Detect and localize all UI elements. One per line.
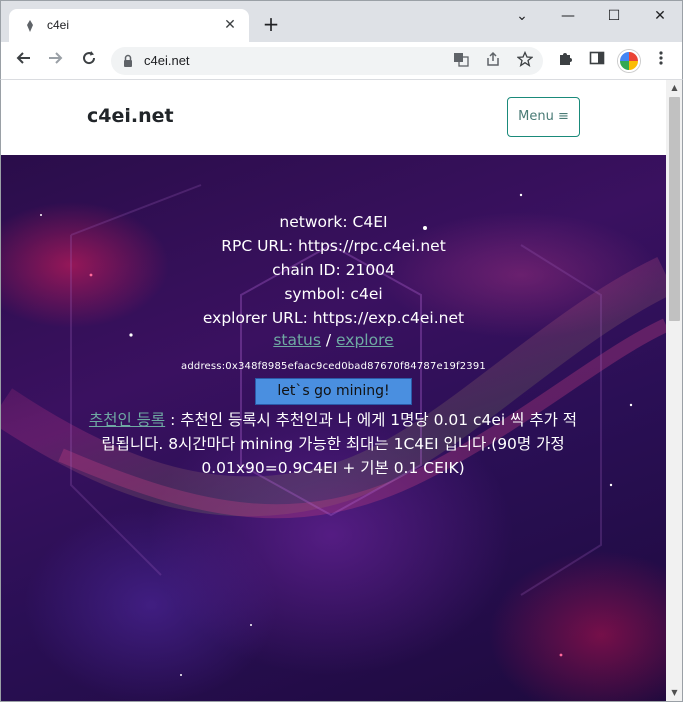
minimize-button[interactable]: — — [545, 5, 591, 29]
address-bar[interactable]: c4ei.net — [111, 47, 543, 75]
scroll-thumb[interactable] — [669, 97, 680, 321]
site-header: c4ei.net Menu ≡ — [1, 80, 666, 155]
page-viewport: c4ei.net Menu ≡ network: C4EI RPC URL: h… — [0, 80, 683, 702]
new-tab-button[interactable]: + — [260, 14, 282, 36]
tab-strip: c4ei ✕ + ⌄ — ☐ ✕ — [0, 0, 683, 43]
referral-text: : 추천인 등록시 추천인과 나 에게 1명당 0.01 c4ei 씩 추가 적… — [101, 411, 578, 477]
rpc-url-line: RPC URL: https://rpc.c4ei.net — [221, 237, 446, 255]
explore-link[interactable]: explore — [336, 331, 394, 349]
scroll-down-icon[interactable]: ▼ — [666, 685, 682, 701]
star-icon[interactable] — [515, 50, 535, 71]
status-link[interactable]: status — [273, 331, 321, 349]
vertical-scrollbar[interactable]: ▲ ▼ — [666, 80, 682, 701]
close-window-button[interactable]: ✕ — [637, 5, 683, 29]
scroll-up-icon[interactable]: ▲ — [666, 80, 682, 96]
profile-avatar[interactable] — [618, 50, 640, 72]
explore-link-text[interactable]: explore — [336, 331, 394, 349]
menu-button[interactable]: Menu ≡ — [507, 97, 580, 137]
favicon-icon — [25, 19, 37, 33]
referral-link[interactable]: 추천인 등록 — [89, 411, 165, 429]
mining-button[interactable]: let`s go mining! — [255, 378, 412, 405]
close-tab-icon[interactable]: ✕ — [221, 16, 239, 34]
hero-section: network: C4EI RPC URL: https://rpc.c4ei.… — [1, 155, 666, 701]
browser-toolbar: c4ei.net — [0, 42, 683, 80]
explorer-url-line: explorer URL: https://exp.c4ei.net — [202, 309, 465, 327]
back-arrow-icon[interactable] — [10, 48, 36, 74]
browser-tab[interactable]: c4ei ✕ — [9, 9, 249, 43]
lock-icon[interactable] — [123, 53, 133, 67]
status-link-text[interactable]: status — [273, 331, 321, 349]
status-explore-links: status / explore — [1, 331, 666, 349]
forward-arrow-icon[interactable] — [43, 48, 69, 74]
network-line: network: C4EI — [279, 213, 388, 231]
wallet-address: address:0x348f8985efaac9ced0bad87670f847… — [181, 361, 486, 372]
maximize-button[interactable]: ☐ — [591, 5, 637, 29]
translate-icon[interactable] — [451, 51, 471, 71]
share-icon[interactable] — [483, 51, 503, 71]
link-separator: / — [320, 331, 337, 349]
url-text[interactable]: c4ei.net — [144, 53, 190, 68]
sidepanel-icon[interactable] — [584, 48, 610, 74]
tab-title: c4ei — [47, 18, 70, 32]
symbol-line: symbol: c4ei — [284, 285, 383, 303]
site-brand[interactable]: c4ei.net — [87, 105, 174, 127]
tab-search-icon[interactable]: ⌄ — [499, 5, 545, 29]
referral-notice: 추천인 등록 : 추천인 등록시 추천인과 나 에게 1명당 0.01 c4ei… — [83, 408, 583, 480]
puzzle-icon[interactable] — [552, 48, 578, 74]
reload-icon[interactable] — [76, 48, 102, 74]
chain-id-line: chain ID: 21004 — [272, 261, 395, 279]
kebab-menu-icon[interactable] — [648, 48, 674, 74]
